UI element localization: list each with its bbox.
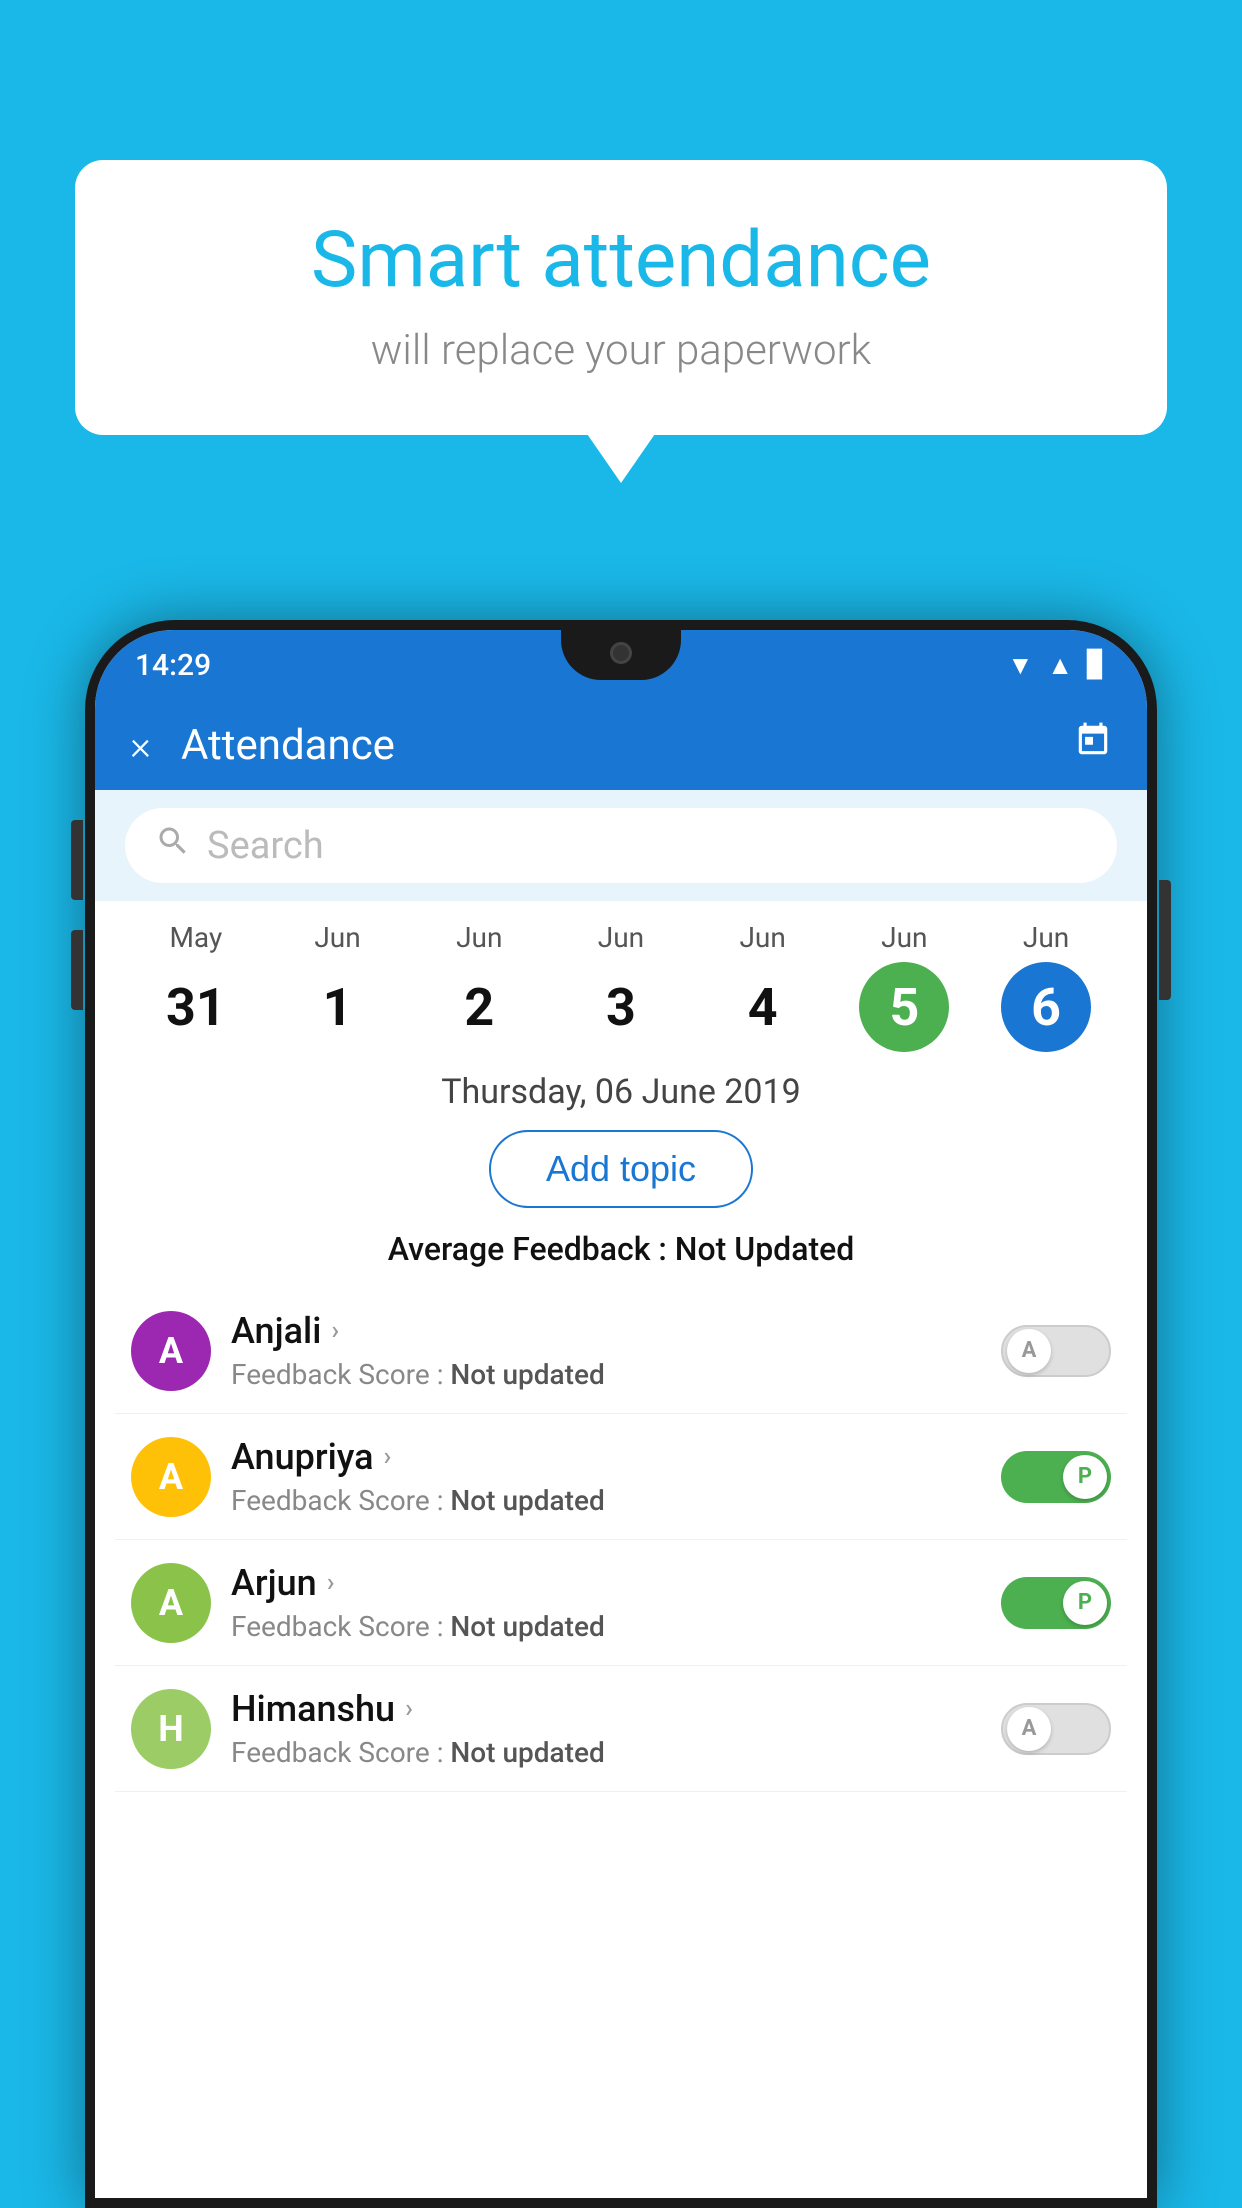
cal-date-number[interactable]: 6 [1001,962,1091,1052]
cal-month-label: Jun [739,921,785,954]
cal-date-number[interactable]: 1 [293,962,383,1052]
cal-month-label: Jun [456,921,502,954]
list-item[interactable]: A Anupriya› Feedback Score : Not updated P [115,1414,1127,1540]
cal-date-number[interactable]: 5 [859,962,949,1052]
feedback-score: Feedback Score : Not updated [231,1484,981,1517]
search-icon [155,823,191,868]
attendance-toggle[interactable]: P [1001,1577,1111,1629]
bubble-subtitle: will replace your paperwork [135,326,1107,375]
cal-month-label: Jun [314,921,360,954]
avatar: A [131,1437,211,1517]
calendar-strip: May 31 Jun 1 Jun 2 Jun 3 Jun 4 Jun 5 Jun 6 [95,901,1147,1062]
volume-up-button [71,820,83,900]
student-name: Himanshu› [231,1688,981,1730]
attendance-toggle[interactable]: P [1001,1451,1111,1503]
signal-icon: ▲ [1047,650,1073,681]
average-feedback: Average Feedback : Not Updated [95,1230,1147,1268]
cal-date-number[interactable]: 2 [434,962,524,1052]
close-button[interactable]: × [130,722,151,769]
student-list: AAnjali›Feedback Score : Not updatedAAAn… [95,1288,1147,1792]
volume-down-button [71,930,83,1010]
phone-screen: 14:29 ▼ ▲ ▊ × Attendance [95,630,1147,2198]
status-time: 14:29 [135,648,211,683]
chevron-right-icon: › [331,1316,339,1346]
student-info: Anjali› Feedback Score : Not updated [231,1310,981,1391]
student-name: Anupriya› [231,1436,981,1478]
phone-frame: 14:29 ▼ ▲ ▊ × Attendance [85,620,1157,2208]
student-info: Anupriya› Feedback Score : Not updated [231,1436,981,1517]
feedback-value: Not Updated [675,1230,855,1268]
app-header: × Attendance [95,700,1147,790]
status-icons: ▼ ▲ ▊ [1008,650,1107,681]
chevron-right-icon: › [405,1694,413,1724]
search-placeholder: Search [207,824,324,868]
speech-bubble: Smart attendance will replace your paper… [75,160,1167,435]
cal-date-number[interactable]: 4 [718,962,808,1052]
bubble-title: Smart attendance [135,215,1107,306]
calendar-day[interactable]: Jun 3 [576,921,666,1052]
calendar-day[interactable]: Jun 6 [1001,921,1091,1052]
notch [561,630,681,680]
cal-date-number[interactable]: 3 [576,962,666,1052]
header-title: Attendance [181,721,1074,770]
avatar: H [131,1689,211,1769]
cal-date-number[interactable]: 31 [151,962,241,1052]
cal-month-label: Jun [1023,921,1069,954]
student-name: Arjun› [231,1562,981,1604]
list-item[interactable]: A Arjun› Feedback Score : Not updated P [115,1540,1127,1666]
calendar-icon[interactable] [1074,721,1112,769]
feedback-score: Feedback Score : Not updated [231,1610,981,1643]
student-name: Anjali› [231,1310,981,1352]
feedback-label: Average Feedback : [388,1230,675,1268]
chevron-right-icon: › [327,1568,335,1598]
search-container: Search [95,790,1147,901]
add-topic-button[interactable]: Add topic [489,1130,753,1208]
chevron-right-icon: › [384,1442,392,1472]
front-camera [610,642,632,664]
list-item[interactable]: H Himanshu› Feedback Score : Not updated A [115,1666,1127,1792]
feedback-score: Feedback Score : Not updated [231,1358,981,1391]
cal-month-label: Jun [598,921,644,954]
cal-month-label: May [169,921,222,954]
calendar-day[interactable]: Jun 1 [293,921,383,1052]
avatar: A [131,1311,211,1391]
feedback-score: Feedback Score : Not updated [231,1736,981,1769]
attendance-toggle[interactable]: A [1001,1703,1111,1755]
calendar-day[interactable]: Jun 2 [434,921,524,1052]
search-bar[interactable]: Search [125,808,1117,883]
wifi-icon: ▼ [1008,650,1034,681]
attendance-toggle[interactable]: A [1001,1325,1111,1377]
calendar-day[interactable]: May 31 [151,921,241,1052]
battery-icon: ▊ [1087,650,1107,680]
selected-date: Thursday, 06 June 2019 [95,1062,1147,1130]
list-item[interactable]: A Anjali› Feedback Score : Not updated A [115,1288,1127,1414]
calendar-day[interactable]: Jun 4 [718,921,808,1052]
student-info: Arjun› Feedback Score : Not updated [231,1562,981,1643]
avatar: A [131,1563,211,1643]
student-info: Himanshu› Feedback Score : Not updated [231,1688,981,1769]
calendar-day[interactable]: Jun 5 [859,921,949,1052]
cal-month-label: Jun [881,921,927,954]
power-button [1159,880,1171,1000]
